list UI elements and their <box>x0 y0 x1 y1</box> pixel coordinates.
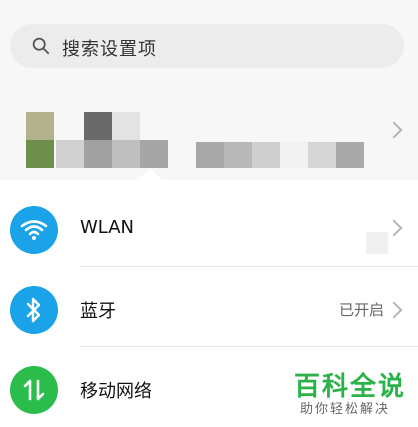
mobile-data-arrows-icon <box>10 366 58 414</box>
top-area: 搜索设置项 <box>0 0 418 180</box>
wifi-icon <box>10 206 58 254</box>
watermark-subtitle: 助你轻松解决 <box>300 402 391 417</box>
bluetooth-icon <box>10 286 58 334</box>
settings-row-wlan[interactable]: WLAN <box>0 186 418 266</box>
settings-row-bluetooth[interactable]: 蓝牙 已开启 <box>0 266 418 346</box>
account-card[interactable] <box>0 96 418 180</box>
blurred-patch <box>366 232 388 254</box>
chevron-right-icon <box>385 121 403 139</box>
search-icon <box>32 37 50 55</box>
bluetooth-status: 已开启 <box>338 301 384 319</box>
bluetooth-label: 蓝牙 <box>80 301 116 322</box>
wlan-label: WLAN <box>80 217 135 238</box>
mobile-network-label: 移动网络 <box>80 381 152 402</box>
chevron-right-icon <box>385 219 403 237</box>
chevron-right-icon <box>385 301 403 319</box>
search-placeholder: 搜索设置项 <box>62 39 157 60</box>
search-bar[interactable]: 搜索设置项 <box>10 24 404 68</box>
